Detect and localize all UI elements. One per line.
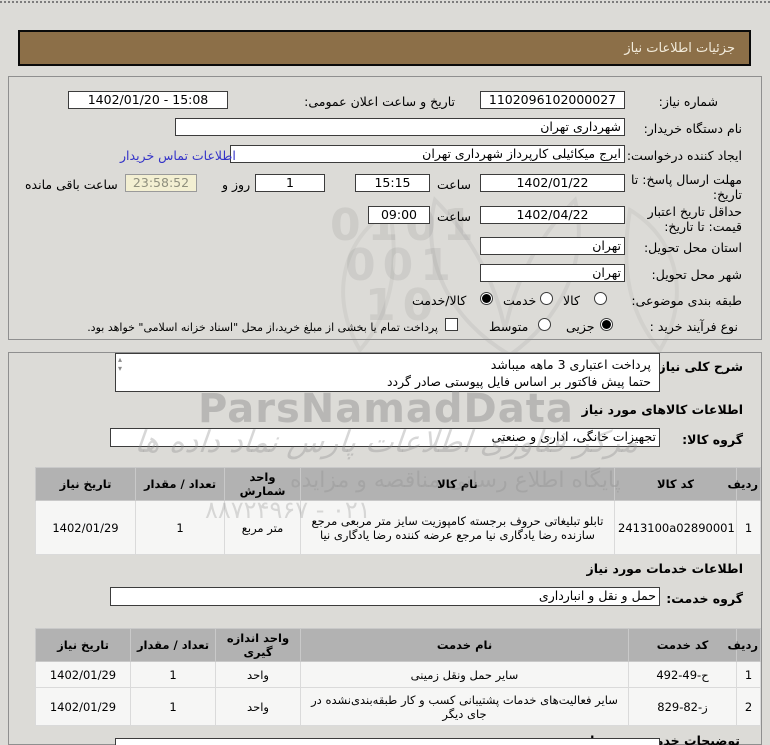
services-col-name: نام خدمت: [300, 628, 629, 662]
validity-label: حداقل تاریخ اعتبار قیمت: تا تاریخ:: [647, 204, 742, 234]
announce-datetime-field[interactable]: 1402/01/20 - 15:08: [68, 91, 228, 109]
services-col-row: ردیف: [727, 628, 761, 662]
goods-heading: اطلاعات کالاهای مورد نیاز: [581, 402, 743, 417]
need-number-field[interactable]: 1102096102000027: [480, 91, 625, 109]
radio-process-medium[interactable]: [538, 318, 551, 331]
goods-row-index: 1: [736, 500, 761, 555]
buyer-org-label: نام دستگاه خریدار:: [643, 121, 742, 136]
page-title: جزئیات اطلاعات نیاز: [624, 40, 735, 56]
goods-table-row[interactable]: 1 2413100a02890001 تابلو تبلیغاتی حروف ب…: [35, 500, 761, 555]
radio-process-partial[interactable]: [600, 318, 613, 331]
radio-classification-goods-service-label: کالا/خدمت: [412, 293, 467, 308]
deadline-date-field[interactable]: 1402/01/22: [480, 174, 625, 192]
hours-remaining-label: ساعت باقی مانده: [25, 177, 118, 192]
city-label: شهر محل تحویل:: [651, 267, 742, 282]
radio-classification-service-label: خدمت: [503, 293, 537, 308]
radio-process-partial-label: جزیی: [566, 319, 595, 334]
description-textarea[interactable]: پرداخت اعتباری 3 ماهه میباشد حتما پیش فا…: [115, 353, 660, 392]
radio-classification-goods[interactable]: [594, 292, 607, 305]
validity-date-field[interactable]: 1402/04/22: [480, 206, 625, 224]
services-table: ردیف کد خدمت نام خدمت واحد اندازه گیری ت…: [35, 628, 761, 726]
service-row-date: 1402/01/29: [35, 687, 131, 726]
goods-col-code: کد کالا: [614, 467, 737, 501]
service-row-index: 1: [736, 661, 761, 688]
radio-process-medium-label: متوسط: [489, 319, 529, 334]
buyer-org-field[interactable]: شهرداری تهران: [175, 118, 625, 136]
service-row-qty: 1: [130, 661, 216, 688]
need-details-page: 0101 001 10 جزئیات اطلاعات نیاز شماره نی…: [0, 0, 770, 745]
goods-row-unit: متر مربع: [224, 500, 301, 555]
description-label: شرح کلی نیاز:: [653, 359, 743, 374]
top-dotted-line: [0, 1, 770, 3]
province-field[interactable]: تهران: [480, 237, 625, 255]
province-label: استان محل تحویل:: [643, 240, 742, 255]
services-heading: اطلاعات خدمات مورد نیاز: [586, 561, 744, 576]
radio-classification-goods-service[interactable]: [480, 292, 493, 305]
service-notes-textarea[interactable]: [115, 738, 660, 745]
buyer-contact-link[interactable]: اطلاعات تماس خریدار: [120, 148, 236, 163]
purchase-process-label: نوع فرآیند خرید :: [649, 319, 738, 334]
services-table-row[interactable]: 2 829-82-ز سایر فعالیت‌های خدمات پشتیبان…: [35, 687, 761, 726]
validity-time-field[interactable]: 09:00: [368, 206, 430, 224]
goods-group-field[interactable]: تجهیزات خانگی، اداری و صنعتی: [110, 428, 660, 447]
service-row-unit: واحد: [215, 687, 301, 726]
radio-classification-service[interactable]: [540, 292, 553, 305]
deadline-label: مهلت ارسال پاسخ: تا تاریخ:: [631, 172, 742, 202]
service-row-code: 829-82-ز: [628, 687, 737, 726]
classification-label: طبقه بندی موضوعی:: [631, 293, 742, 308]
section-title-bar: جزئیات اطلاعات نیاز: [18, 30, 751, 66]
goods-row-code: 2413100a02890001: [614, 500, 737, 555]
radio-classification-goods-label: کالا: [563, 293, 580, 308]
goods-col-date: تاریخ نیاز: [35, 467, 136, 501]
deadline-days-field[interactable]: 1: [255, 174, 325, 192]
goods-col-name: نام کالا: [300, 467, 615, 501]
goods-col-qty: تعداد / مقدار: [135, 467, 225, 501]
goods-group-label: گروه کالا:: [682, 432, 743, 447]
service-row-index: 2: [736, 687, 761, 726]
service-row-date: 1402/01/29: [35, 661, 131, 688]
services-col-qty: تعداد / مقدار: [130, 628, 216, 662]
goods-col-row: ردیف: [727, 467, 761, 501]
description-line-2: حتما پیش فاکتور بر اساس فایل پیوستی صادر…: [386, 374, 651, 389]
deadline-time-field[interactable]: 15:15: [355, 174, 430, 192]
city-field[interactable]: تهران: [480, 264, 625, 282]
validity-hour-label: ساعت: [437, 209, 472, 224]
goods-row-date: 1402/01/29: [35, 500, 136, 555]
services-table-row[interactable]: 1 492-49-ح سایر حمل ونقل زمینی واحد 1 14…: [35, 661, 761, 688]
announce-datetime-label: تاریخ و ساعت اعلان عمومی:: [304, 94, 455, 109]
services-col-date: تاریخ نیاز: [35, 628, 131, 662]
goods-row-qty: 1: [135, 500, 225, 555]
goods-header-row: ردیف کد کالا نام کالا واحد شمارش تعداد /…: [35, 467, 761, 501]
services-group-field[interactable]: حمل و نقل و انبارداری: [110, 587, 660, 606]
service-row-unit: واحد: [215, 661, 301, 688]
textarea-scrollbar-icon[interactable]: ▴ ▾: [118, 355, 122, 373]
service-row-name: سایر حمل ونقل زمینی: [300, 661, 629, 688]
services-col-code: کد خدمت: [628, 628, 737, 662]
service-row-qty: 1: [130, 687, 216, 726]
need-number-label: شماره نیاز:: [658, 94, 718, 109]
deadline-hour-label: ساعت: [437, 177, 472, 192]
treasury-checkbox[interactable]: [445, 318, 458, 331]
services-col-unit: واحد اندازه گیری: [215, 628, 301, 662]
service-row-code: 492-49-ح: [628, 661, 737, 688]
time-remaining-badge: 23:58:52: [125, 174, 197, 192]
creator-label: ایجاد کننده درخواست:: [626, 148, 742, 163]
goods-table: ردیف کد کالا نام کالا واحد شمارش تعداد /…: [35, 467, 761, 555]
services-header-row: ردیف کد خدمت نام خدمت واحد اندازه گیری ت…: [35, 628, 761, 662]
days-and-label: روز و: [222, 177, 251, 192]
services-group-label: گروه خدمت:: [666, 591, 743, 606]
treasury-note-label: پرداخت تمام یا بخشی از مبلغ خرید،از محل …: [87, 321, 438, 334]
goods-row-name: تابلو تبلیغاتی حروف برجسته کامپوزیت سایز…: [300, 500, 615, 555]
service-row-name: سایر فعالیت‌های خدمات پشتیبانی کسب و کار…: [300, 687, 629, 726]
creator-field[interactable]: ایرج میکائیلی کارپرداز شهرداری تهران: [230, 145, 625, 163]
description-line-1: پرداخت اعتباری 3 ماهه میباشد: [490, 357, 651, 372]
goods-col-unit: واحد شمارش: [224, 467, 301, 501]
